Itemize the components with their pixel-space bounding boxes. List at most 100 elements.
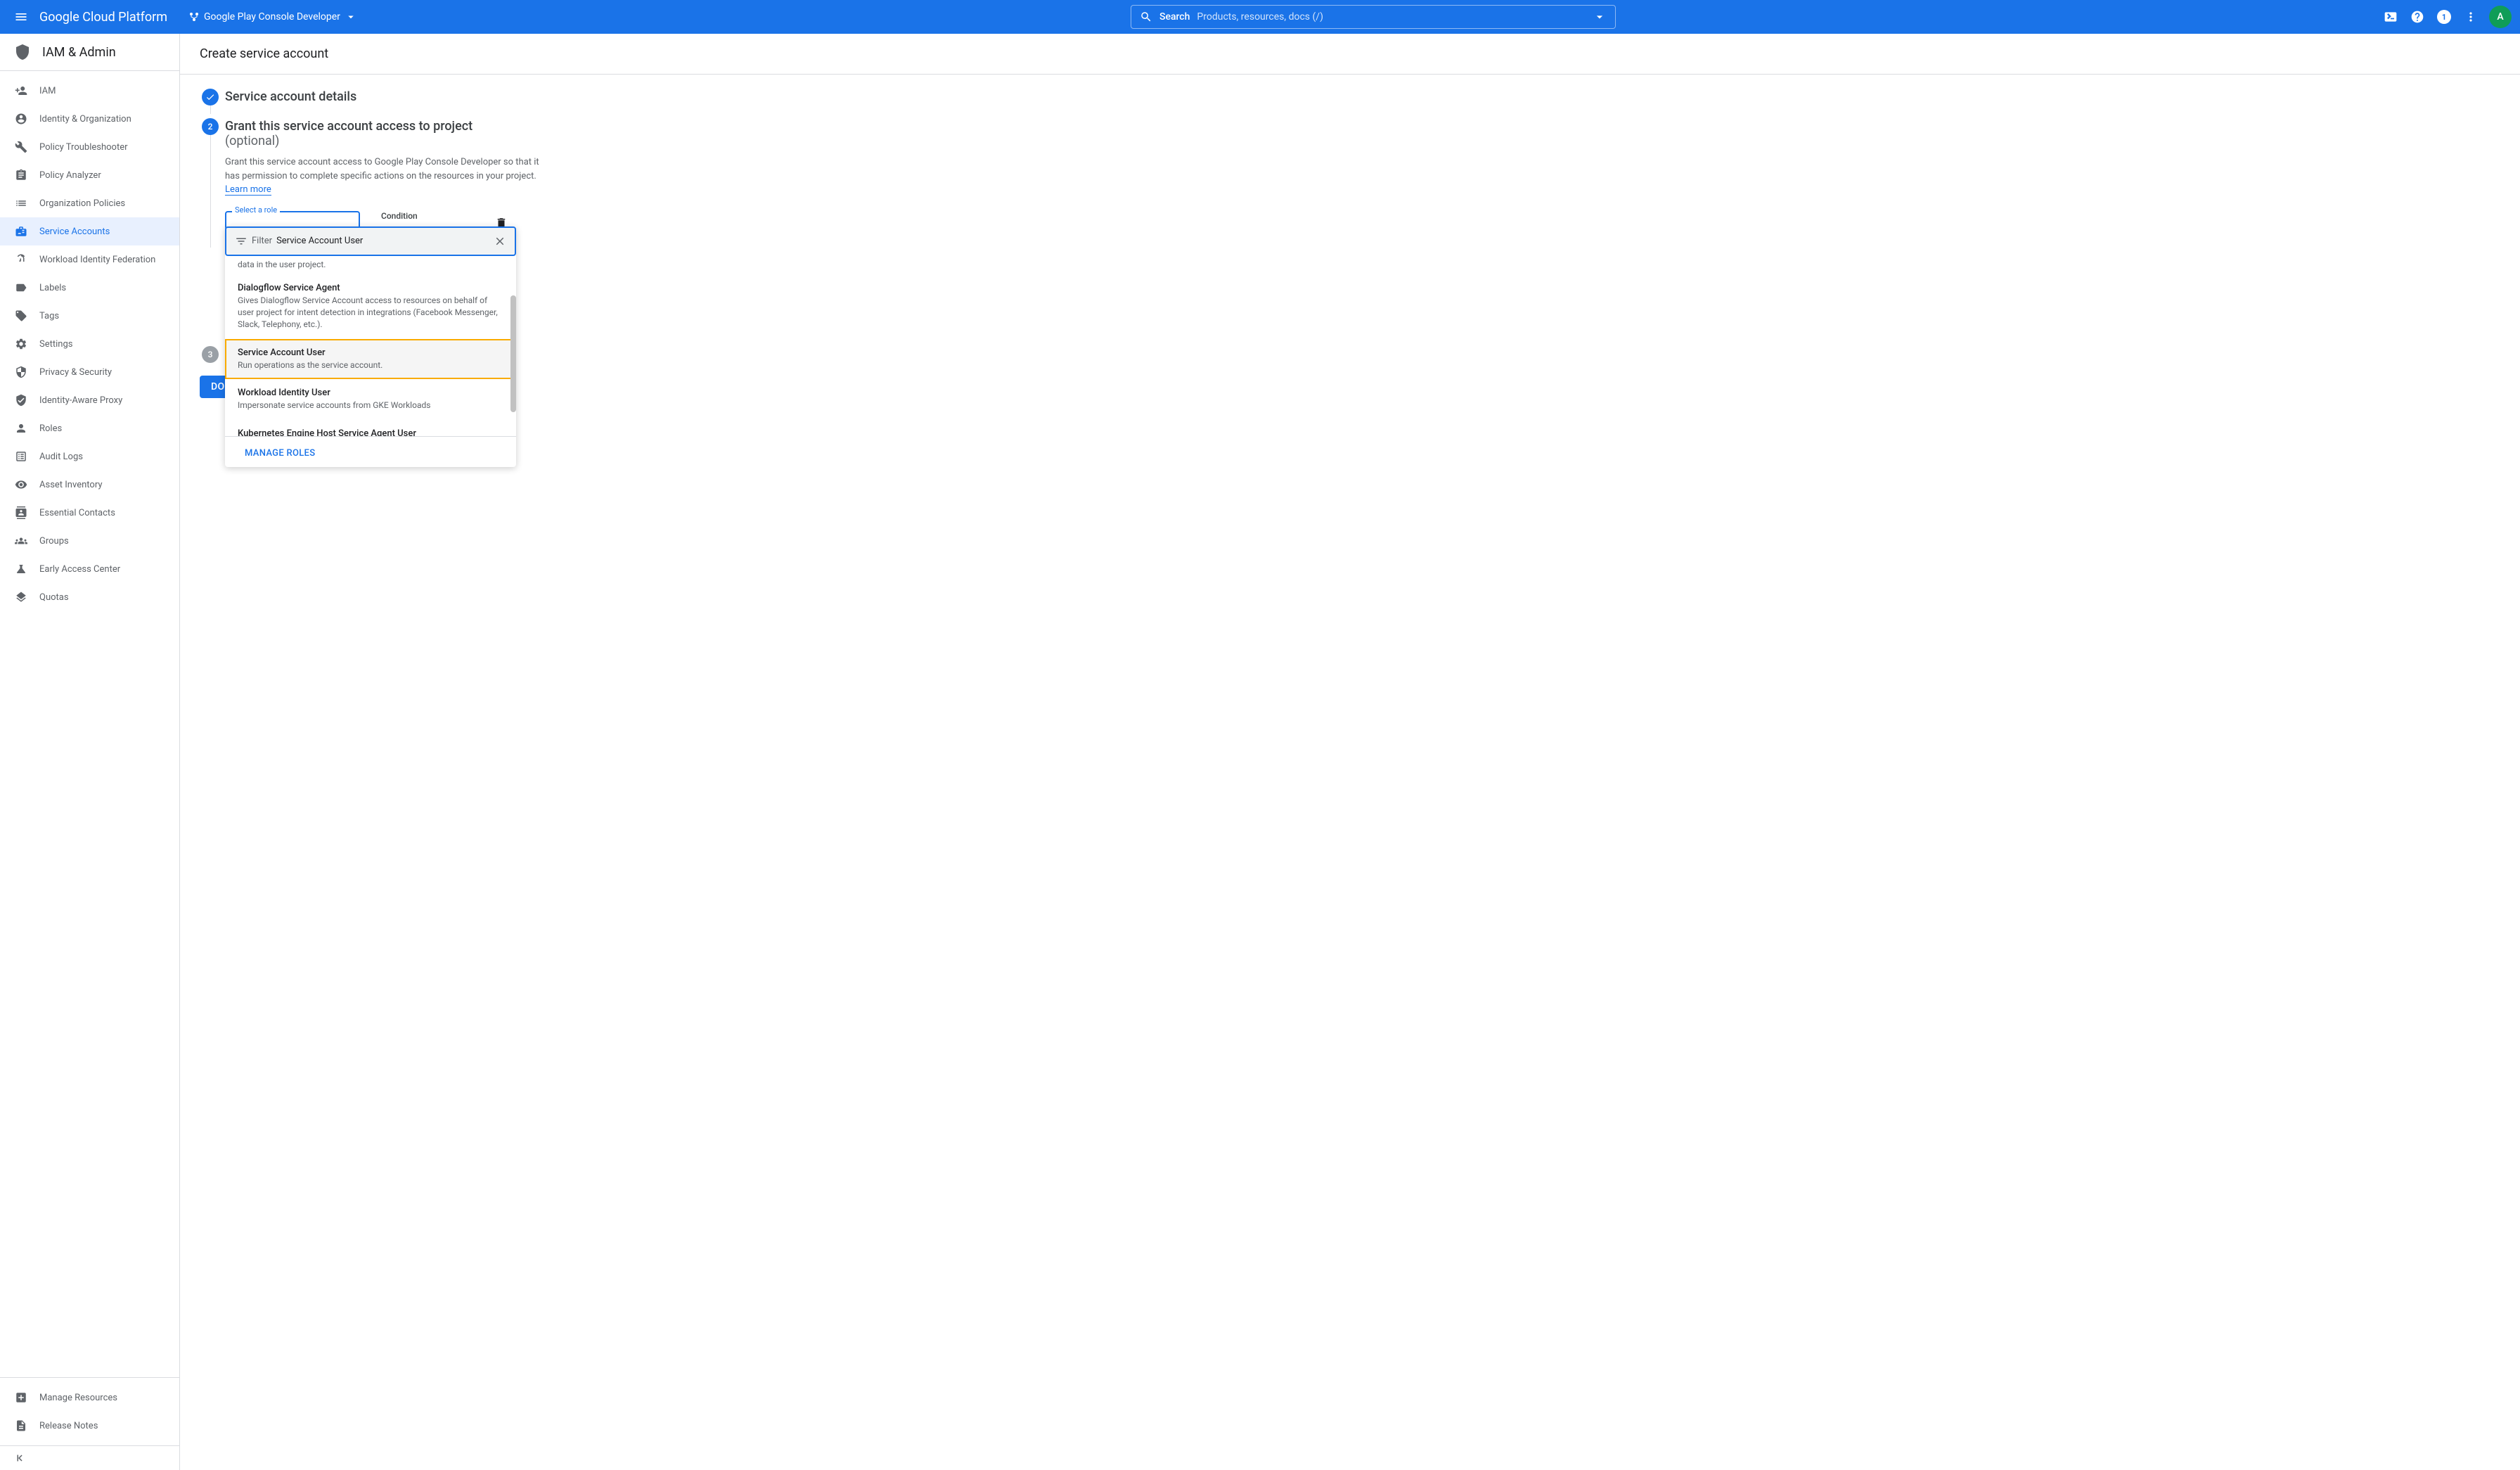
- sidebar-collapse-button[interactable]: [0, 1445, 179, 1470]
- sidebar-item-tags[interactable]: Tags: [0, 302, 179, 330]
- sidebar-title: IAM & Admin: [42, 45, 116, 60]
- role-option[interactable]: Workload Identity User Impersonate servic…: [225, 379, 516, 420]
- sidebar-item-label: Roles: [39, 423, 62, 434]
- role-option-title: Workload Identity User: [238, 388, 503, 398]
- account-circle-icon: [14, 113, 28, 125]
- sidebar-item-iam[interactable]: IAM: [0, 77, 179, 105]
- sidebar-item-audit-logs[interactable]: Audit Logs: [0, 442, 179, 471]
- terminal-icon: [2384, 10, 2398, 24]
- visibility-icon: [14, 478, 28, 491]
- role-filter-input[interactable]: Filter Service Account User: [225, 226, 516, 256]
- step-2-subtitle: (optional): [225, 134, 652, 148]
- sidebar-item-early-access-center[interactable]: Early Access Center: [0, 555, 179, 583]
- sidebar-item-essential-contacts[interactable]: Essential Contacts: [0, 499, 179, 527]
- sidebar-item-label: Early Access Center: [39, 564, 120, 575]
- role-select-label: Select a role: [232, 205, 280, 215]
- hamburger-menu-button[interactable]: [8, 4, 34, 30]
- sidebar-item-label: Settings: [39, 339, 72, 350]
- notifications-button[interactable]: 1: [2436, 8, 2452, 25]
- more-button[interactable]: [2462, 8, 2479, 25]
- build-icon: [14, 141, 28, 153]
- sidebar-item-groups[interactable]: Groups: [0, 527, 179, 555]
- role-option-title: Dialogflow Service Agent: [238, 283, 503, 293]
- sidebar-item-service-accounts[interactable]: Service Accounts: [0, 217, 179, 245]
- sidebar-item-policy-troubleshooter[interactable]: Policy Troubleshooter: [0, 133, 179, 161]
- sidebar-header[interactable]: IAM & Admin: [0, 34, 179, 71]
- manage-roles-button[interactable]: MANAGE ROLES: [245, 448, 315, 459]
- help-button[interactable]: [2409, 8, 2426, 25]
- step-2: 2 Grant this service account access to p…: [200, 118, 652, 248]
- role-option[interactable]: Kubernetes Engine Host Service Agent Use…: [225, 420, 516, 435]
- role-dropdown: Filter Service Account User data in the …: [225, 226, 516, 467]
- more-vert-icon: [2464, 10, 2478, 24]
- main-content: Create service account Service account d…: [180, 34, 2520, 1470]
- close-icon: [494, 235, 506, 248]
- role-option[interactable]: Dialogflow Service Agent Gives Dialogflow…: [225, 274, 516, 338]
- logo-text[interactable]: Google Cloud Platform: [39, 10, 167, 25]
- role-option-description: Gives Dialogflow Service Account access …: [238, 295, 503, 330]
- sidebar-item-identity-aware-proxy[interactable]: Identity-Aware Proxy: [0, 386, 179, 414]
- sidebar-item-label: Identity-Aware Proxy: [39, 395, 122, 406]
- sidebar-item-label: IAM: [39, 86, 56, 96]
- sidebar-item-asset-inventory[interactable]: Asset Inventory: [0, 471, 179, 499]
- sidebar-item-privacy-security[interactable]: Privacy & Security: [0, 358, 179, 386]
- person-add-icon: [14, 84, 28, 97]
- science-icon: [14, 563, 28, 575]
- sidebar-item-label: Privacy & Security: [39, 367, 112, 378]
- security-icon: [14, 366, 28, 378]
- verified-user-icon: [14, 394, 28, 407]
- chevron-left-icon: [14, 1452, 27, 1464]
- sidebar-item-label: Quotas: [39, 592, 69, 603]
- scrollbar-thumb[interactable]: [510, 295, 516, 412]
- sidebar-item-release-notes[interactable]: Release Notes: [0, 1412, 179, 1440]
- header-right: 1 A: [2382, 6, 2512, 28]
- sidebar-item-label: Essential Contacts: [39, 508, 115, 518]
- role-option-description: Impersonate service accounts from GKE Wo…: [238, 400, 503, 411]
- layers-icon: [14, 591, 28, 603]
- sidebar-item-label: Tags: [39, 311, 59, 321]
- step-1-indicator[interactable]: [202, 89, 219, 106]
- role-dropdown-list[interactable]: data in the user project.Dialogflow Serv…: [225, 256, 516, 436]
- contacts-icon: [14, 506, 28, 519]
- role-option[interactable]: data in the user project.: [225, 256, 516, 275]
- sidebar-item-quotas[interactable]: Quotas: [0, 583, 179, 611]
- filter-label: Filter: [252, 236, 272, 246]
- fingerprint-icon: [14, 253, 28, 266]
- clear-filter-button[interactable]: [494, 235, 506, 248]
- sidebar-item-label: Workload Identity Federation: [39, 255, 155, 265]
- settings-icon: [14, 338, 28, 350]
- sidebar-item-settings[interactable]: Settings: [0, 330, 179, 358]
- avatar[interactable]: A: [2489, 6, 2512, 28]
- sidebar-item-policy-analyzer[interactable]: Policy Analyzer: [0, 161, 179, 189]
- notification-badge: 1: [2437, 10, 2451, 24]
- step-3-indicator: 3: [202, 346, 219, 363]
- help-icon: [2410, 10, 2424, 24]
- assignment-icon: [14, 169, 28, 181]
- sidebar-item-label: Asset Inventory: [39, 480, 102, 490]
- sidebar-item-label: Groups: [39, 536, 69, 547]
- search-placeholder: Products, resources, docs (/): [1197, 11, 1593, 23]
- chevron-down-icon: [1593, 10, 1607, 24]
- cloud-shell-button[interactable]: [2382, 8, 2399, 25]
- person-icon: [14, 422, 28, 435]
- sidebar-item-label: Policy Analyzer: [39, 170, 101, 181]
- search-box[interactable]: Search Products, resources, docs (/): [1131, 5, 1616, 29]
- sidebar-item-label: Audit Logs: [39, 452, 83, 462]
- condition-label: Condition: [381, 211, 418, 221]
- project-selector[interactable]: Google Play Console Developer: [181, 6, 364, 27]
- description-icon: [14, 1419, 28, 1432]
- sidebar-item-roles[interactable]: Roles: [0, 414, 179, 442]
- sidebar-item-label: Service Accounts: [39, 226, 110, 237]
- sidebar-item-identity-organization[interactable]: Identity & Organization: [0, 105, 179, 133]
- groups-icon: [14, 535, 28, 547]
- dropdown-arrow-icon: [345, 11, 357, 23]
- list-alt-icon: [14, 450, 28, 463]
- sidebar-item-labels[interactable]: Labels: [0, 274, 179, 302]
- learn-more-link[interactable]: Learn more: [225, 184, 271, 196]
- sidebar-item-manage-resources[interactable]: Manage Resources: [0, 1383, 179, 1412]
- sidebar-item-label: Policy Troubleshooter: [39, 142, 128, 153]
- sidebar-item-organization-policies[interactable]: Organization Policies: [0, 189, 179, 217]
- sidebar-item-label: Manage Resources: [39, 1393, 117, 1403]
- sidebar-item-workload-identity-federation[interactable]: Workload Identity Federation: [0, 245, 179, 274]
- role-option[interactable]: Service Account UserRun operations as th…: [225, 339, 516, 380]
